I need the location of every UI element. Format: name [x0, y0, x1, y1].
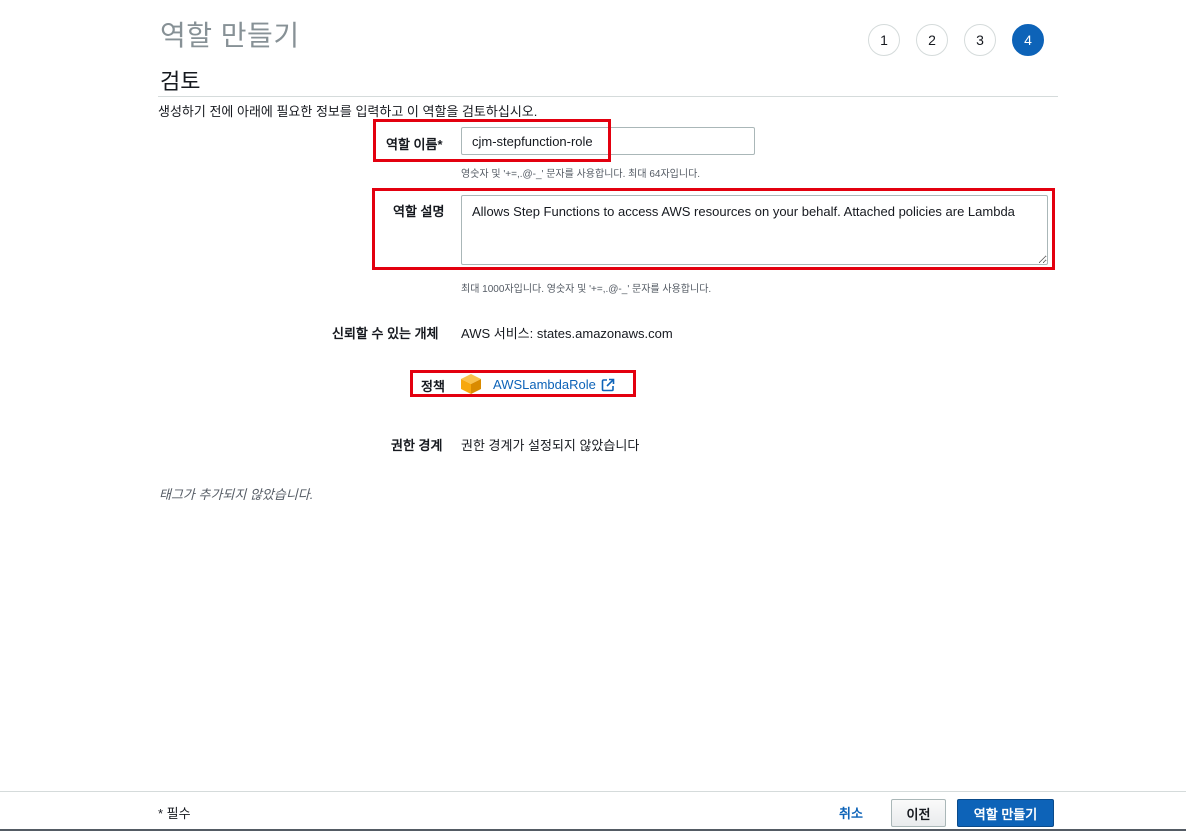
- page-title: 역할 만들기: [160, 20, 300, 51]
- role-description-label: 역할 설명: [393, 204, 445, 219]
- policies-label: 정책: [421, 379, 445, 394]
- footer-divider: [0, 791, 1186, 792]
- required-note: * 필수: [158, 806, 191, 821]
- intro-text: 생성하기 전에 아래에 필요한 정보를 입력하고 이 역할을 검토하십시오.: [158, 104, 538, 119]
- step-2[interactable]: 2: [916, 24, 948, 56]
- cancel-button[interactable]: 취소: [839, 803, 863, 822]
- title-divider: [158, 96, 1058, 97]
- trusted-entities-value: AWS 서비스: states.amazonaws.com: [461, 326, 673, 341]
- role-description-textarea[interactable]: Allows Step Functions to access AWS reso…: [461, 195, 1048, 265]
- role-name-input[interactable]: [461, 127, 755, 155]
- create-role-button[interactable]: 역할 만들기: [957, 799, 1054, 827]
- previous-button[interactable]: 이전: [891, 799, 946, 827]
- role-name-hint: 영숫자 및 '+=,.@-_' 문자를 사용합니다. 최대 64자입니다.: [461, 169, 701, 180]
- tags-note: 태그가 추가되지 않았습니다.: [159, 487, 314, 502]
- role-description-hint: 최대 1000자입니다. 영숫자 및 '+=,.@-_' 문자를 사용합니다.: [461, 284, 712, 295]
- step-1[interactable]: 1: [868, 24, 900, 56]
- policy-name[interactable]: AWSLambdaRole: [493, 377, 596, 392]
- section-title: 검토: [160, 69, 201, 94]
- role-name-label: 역할 이름*: [386, 137, 443, 152]
- permissions-boundary-value: 권한 경계가 설정되지 않았습니다: [461, 438, 640, 453]
- policy-link-awslambdarole[interactable]: AWSLambdaRole: [493, 377, 615, 392]
- permissions-boundary-label: 권한 경계: [391, 438, 443, 453]
- step-3[interactable]: 3: [964, 24, 996, 56]
- wizard-steps: 1 2 3 4: [868, 24, 1044, 56]
- step-4-current: 4: [1012, 24, 1044, 56]
- aws-managed-policy-box-icon: [461, 374, 481, 394]
- trusted-entities-label: 신뢰할 수 있는 개체: [332, 326, 439, 341]
- external-link-icon: [601, 378, 615, 391]
